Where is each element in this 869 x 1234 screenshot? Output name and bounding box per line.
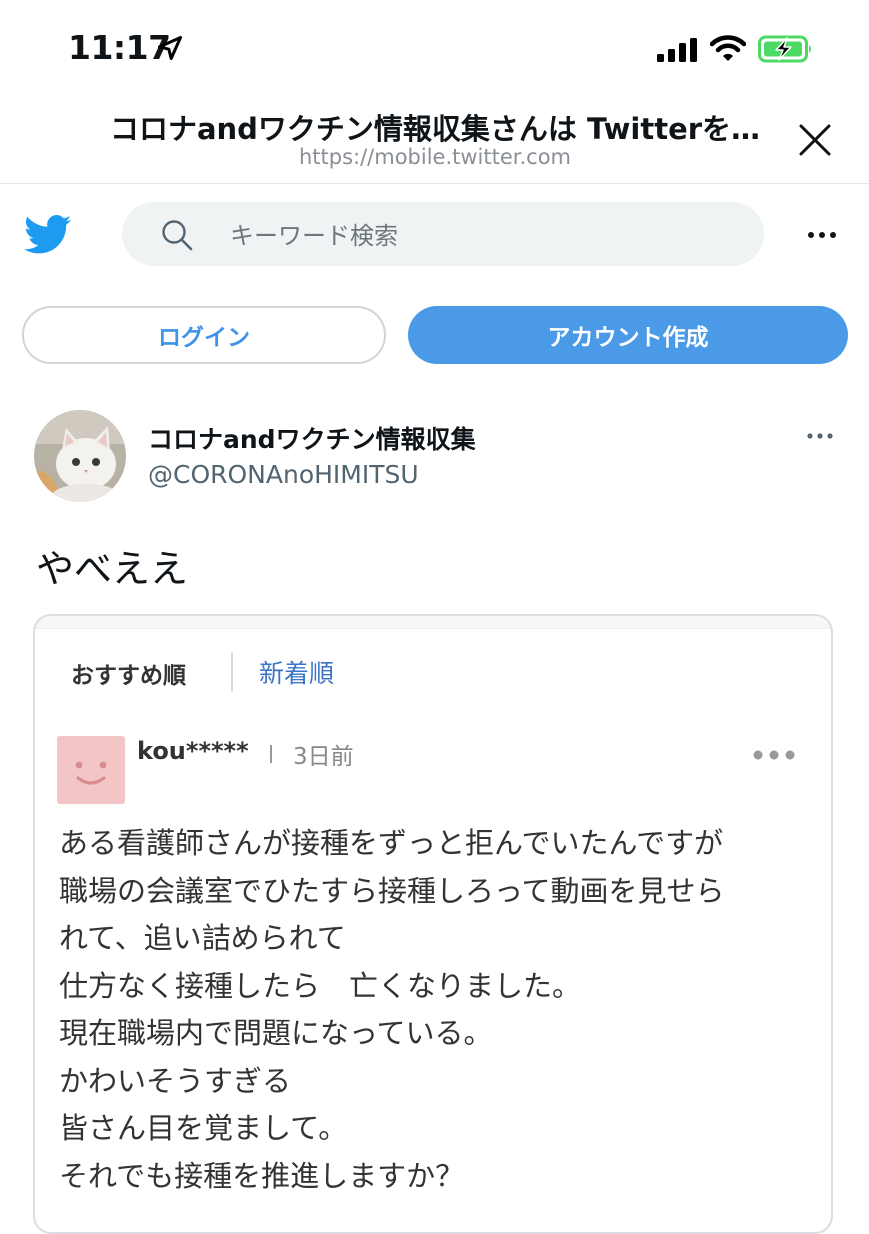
battery-charging-icon bbox=[758, 35, 811, 63]
twitter-bird-icon[interactable] bbox=[24, 214, 72, 256]
comment-line: それでも接種を推進しますか？ bbox=[59, 1158, 465, 1193]
more-options-icon[interactable] bbox=[802, 218, 842, 252]
header-divider bbox=[0, 183, 869, 184]
search-input[interactable] bbox=[230, 219, 740, 253]
cellular-signal-icon bbox=[657, 38, 697, 62]
page-title: コロナandワクチン情報収集さんは Twitterを… bbox=[109, 112, 761, 146]
page-url: https://mobile.twitter.com bbox=[298, 145, 572, 169]
comment-username: kou***** bbox=[137, 737, 249, 765]
comment-line: 皆さん目を覚まして。 bbox=[59, 1111, 348, 1145]
comment-line: ある看護師さんが接種をずっと拒んでいたんですが bbox=[59, 826, 724, 860]
comment-line: 現在職場内で問題になっている。 bbox=[59, 1016, 493, 1050]
create-account-button[interactable]: アカウント作成 bbox=[408, 306, 848, 364]
wifi-icon bbox=[710, 35, 746, 61]
comment-date: 3日前 bbox=[293, 744, 354, 770]
comment-separator bbox=[270, 745, 272, 763]
tab-newest: 新着順 bbox=[259, 659, 335, 688]
search-icon bbox=[162, 220, 193, 251]
comment-line: 職場の会議室でひたすら接種しろって動画を見せら bbox=[59, 873, 725, 908]
tab-divider bbox=[231, 652, 233, 692]
login-button[interactable]: ログイン bbox=[22, 306, 386, 364]
tab-recommended: おすすめ順 bbox=[71, 663, 186, 689]
user-avatar[interactable] bbox=[34, 410, 126, 502]
tweet-more-icon[interactable] bbox=[804, 424, 836, 448]
tweet-author-name[interactable]: コロナandワクチン情報収集 bbox=[148, 420, 476, 456]
comment-line: 仕方なく接種したら 亡くなりました。 bbox=[59, 968, 582, 1003]
comment-more-icon bbox=[753, 750, 795, 760]
tweet-author-handle[interactable]: @CORONAnoHIMITSU bbox=[148, 460, 419, 489]
card-top-strip bbox=[35, 616, 831, 629]
tweet-text: やべええ bbox=[36, 547, 189, 591]
comment-body: ある看護師さんが接種をずっと拒んでいたんですが 職場の会議室でひたすら接種しろっ… bbox=[59, 820, 819, 1200]
comment-line: れて、追い詰められて bbox=[59, 921, 346, 955]
comment-line: かわいそうすぎる bbox=[59, 1063, 292, 1098]
tweet-media-card[interactable]: おすすめ順 新着順 kou***** 3日前 ある看護師さんが接種をずっと拒んで… bbox=[33, 614, 833, 1234]
smiley-avatar-icon bbox=[57, 736, 125, 804]
close-icon[interactable] bbox=[790, 118, 840, 164]
location-arrow-icon bbox=[157, 35, 183, 61]
